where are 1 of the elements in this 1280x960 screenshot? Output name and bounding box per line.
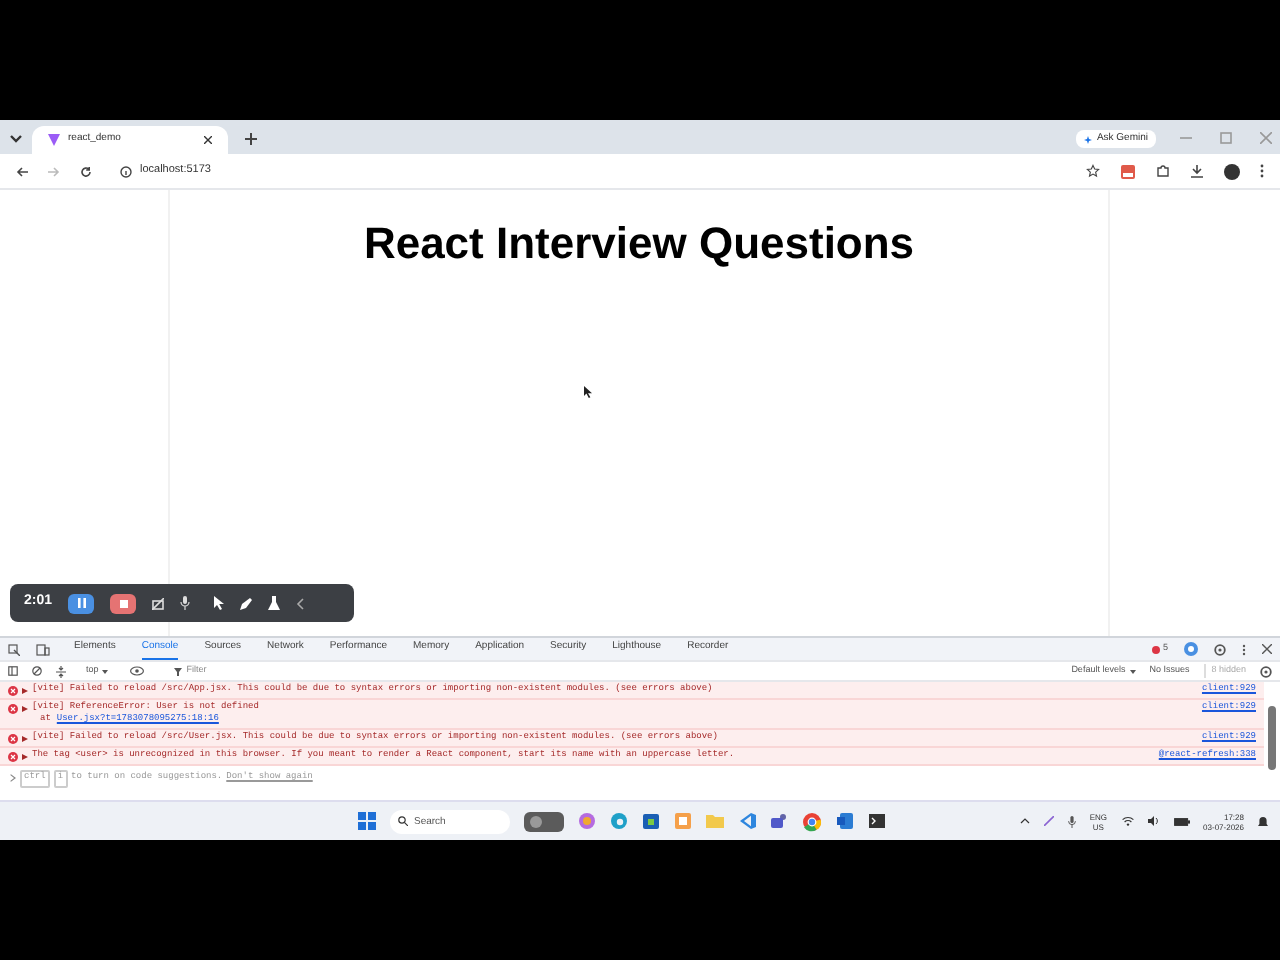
page-heading: React Interview Questions xyxy=(363,216,915,266)
